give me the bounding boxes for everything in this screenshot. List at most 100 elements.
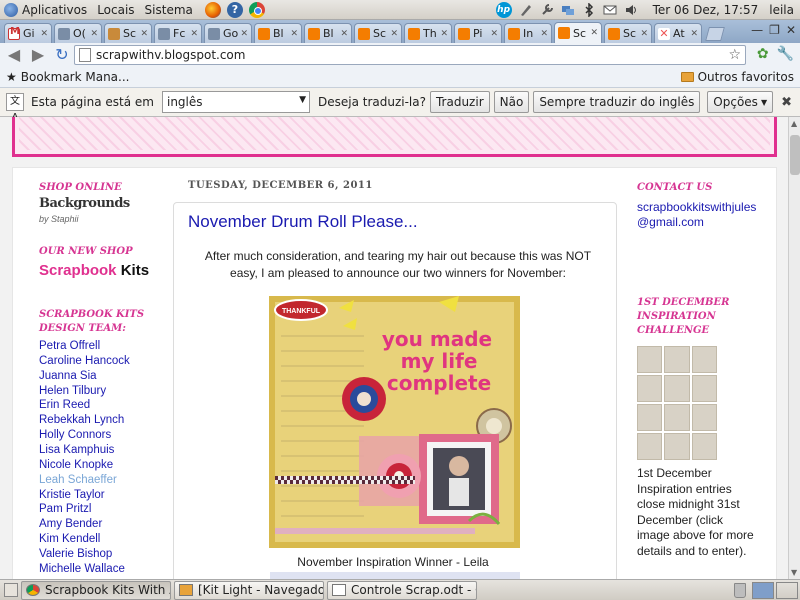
tab-close-icon[interactable]: ✕ xyxy=(538,29,548,39)
team-member-link[interactable]: Rebekkah Lynch xyxy=(39,414,124,426)
team-member-link[interactable]: Kim Kendell xyxy=(39,533,100,545)
tab-close-icon[interactable]: ✕ xyxy=(238,29,248,39)
pen-icon[interactable] xyxy=(519,3,533,17)
tab-close-icon[interactable]: ✕ xyxy=(138,29,148,39)
browser-tab[interactable]: Sc ✕ xyxy=(554,22,602,43)
menu-sistema[interactable]: Sistema xyxy=(145,3,193,17)
team-member-link[interactable]: Caroline Hancock xyxy=(39,355,130,367)
extension-icon[interactable]: ✿ xyxy=(757,46,769,62)
no-button[interactable]: Não xyxy=(493,91,530,113)
team-member-link[interactable]: Helen Tilbury xyxy=(39,385,106,397)
bookmark-manager[interactable]: ★ Bookmark Mana... xyxy=(6,70,129,84)
ubuntu-icon[interactable] xyxy=(4,2,18,17)
browser-tab[interactable]: Th ✕ xyxy=(404,23,452,43)
post-title[interactable]: November Drum Roll Please... xyxy=(188,212,418,232)
show-desktop-icon[interactable] xyxy=(4,583,18,597)
team-member-link[interactable]: Michelle Wallace xyxy=(39,563,125,575)
browser-tab[interactable]: Gi✕ xyxy=(4,23,52,43)
scroll-thumb[interactable] xyxy=(790,135,800,175)
tab-close-icon[interactable]: ✕ xyxy=(88,29,98,39)
close-icon[interactable]: ✕ xyxy=(786,23,796,37)
tab-close-icon[interactable]: ✕ xyxy=(388,29,398,39)
workspace-1[interactable] xyxy=(752,581,774,599)
tab-close-icon[interactable]: ✕ xyxy=(488,29,498,39)
team-member-link[interactable]: Juanna Sia xyxy=(39,370,97,382)
taskbar-window-button[interactable]: Controle Scrap.odt - O... xyxy=(327,580,477,600)
trash-icon[interactable] xyxy=(734,582,746,598)
team-member-link[interactable]: Nicole Knopke xyxy=(39,459,113,471)
browser-tab[interactable]: Go ✕ xyxy=(204,23,252,43)
language-select[interactable]: inglês ▼ xyxy=(161,91,310,113)
browser-tab[interactable]: Sc ✕ xyxy=(604,23,652,43)
options-button[interactable]: Opções ▼ xyxy=(707,91,774,113)
browser-tab[interactable]: ✕ At ✕ xyxy=(654,23,702,43)
scroll-down-icon[interactable]: ▼ xyxy=(791,568,797,577)
team-member-link[interactable]: Amy Bender xyxy=(39,518,102,530)
star-icon[interactable]: ☆ xyxy=(728,47,741,63)
browser-tab[interactable]: Fc ✕ xyxy=(154,23,202,43)
firefox-icon[interactable] xyxy=(204,1,221,18)
menu-locais[interactable]: Locais xyxy=(97,3,134,17)
tab-close-icon[interactable]: ✕ xyxy=(638,29,648,39)
browser-tab[interactable]: Pi ✕ xyxy=(454,23,502,43)
team-member-link[interactable]: Lisa Kamphuis xyxy=(39,444,114,456)
translate-button[interactable]: Traduzir xyxy=(429,91,490,113)
scrapbook-kits-logo[interactable]: Scrapbook Kits xyxy=(39,262,149,279)
forward-icon[interactable]: ▶ xyxy=(28,45,48,65)
back-icon[interactable]: ◀ xyxy=(4,45,24,65)
bluetooth-icon[interactable] xyxy=(582,1,596,18)
network-icon[interactable] xyxy=(561,3,575,17)
maximize-icon[interactable]: ❐ xyxy=(769,23,780,37)
close-translate-icon[interactable]: ✖ xyxy=(781,95,792,110)
tab-close-icon[interactable]: ✕ xyxy=(338,29,348,39)
wrench-icon[interactable]: 🔧 xyxy=(777,46,794,62)
always-translate-button[interactable]: Sempre traduzir do inglês xyxy=(533,91,701,113)
chrome-icon[interactable] xyxy=(248,1,265,18)
workspace-2[interactable] xyxy=(776,581,798,599)
other-bookmarks[interactable]: Outros favoritos xyxy=(680,70,794,84)
team-member-link[interactable]: Leah Schaeffer xyxy=(39,474,117,486)
taskbar-window-button[interactable]: Scrapbook Kits With A ... xyxy=(21,580,171,600)
address-bar[interactable]: scrapwithv.blogspot.com ☆ xyxy=(74,45,746,65)
tab-close-icon[interactable]: ✕ xyxy=(188,29,198,39)
backgrounds-logo[interactable]: Backgrounds by Staphii xyxy=(39,196,130,226)
tool-icon[interactable] xyxy=(540,3,554,17)
help-icon[interactable]: ? xyxy=(226,1,243,18)
taskbar-window-button[interactable]: [Kit Light - Navegador ... xyxy=(174,580,324,600)
browser-tab[interactable]: Sc ✕ xyxy=(354,23,402,43)
team-member-link[interactable]: Petra Offrell xyxy=(39,340,100,352)
minimize-icon[interactable]: — xyxy=(751,23,763,37)
mail-icon[interactable] xyxy=(603,3,617,17)
team-member-link[interactable]: Holly Connors xyxy=(39,429,111,441)
new-tab-button[interactable] xyxy=(705,27,725,41)
tab-close-icon[interactable]: ✕ xyxy=(438,29,448,39)
clock[interactable]: Ter 06 Dez, 17:57 xyxy=(653,3,759,17)
team-member-link[interactable]: Erin Reed xyxy=(39,399,90,411)
menu-aplicativos[interactable]: Aplicativos xyxy=(22,3,87,17)
bookmarks-bar: ★ Bookmark Mana... Outros favoritos xyxy=(0,67,800,88)
team-member-link[interactable]: Pam Pritzl xyxy=(39,503,91,515)
tab-close-icon[interactable]: ✕ xyxy=(688,29,698,39)
user-menu[interactable]: leila xyxy=(769,3,794,17)
challenge-image[interactable] xyxy=(637,346,717,460)
team-member-link[interactable]: Kristie Taylor xyxy=(39,489,105,501)
blogger-icon xyxy=(458,27,470,40)
browser-tab[interactable]: In ✕ xyxy=(504,23,552,43)
tab-close-icon[interactable]: ✕ xyxy=(38,29,48,39)
volume-icon[interactable] xyxy=(624,3,638,17)
contact-email-link[interactable]: scrapbookkitswithjules @gmail.com xyxy=(637,200,767,230)
browser-tab[interactable]: O(✕ xyxy=(54,23,102,43)
top-panel: Aplicativos Locais Sistema ? hp Ter 06 D… xyxy=(0,0,800,20)
hp-icon[interactable]: hp xyxy=(495,1,512,18)
browser-tab[interactable]: Sc ✕ xyxy=(104,23,152,43)
reload-icon[interactable]: ↻ xyxy=(52,45,72,65)
scroll-up-icon[interactable]: ▲ xyxy=(791,119,797,128)
tab-close-icon[interactable]: ✕ xyxy=(288,29,298,39)
team-member-link[interactable]: Valerie Bishop xyxy=(39,548,112,560)
vertical-scrollbar[interactable]: ▲ ▼ xyxy=(788,117,800,579)
browser-tab[interactable]: Bl ✕ xyxy=(254,23,302,43)
post-image[interactable]: THANKFUL you made my life complete xyxy=(269,296,520,548)
tab-close-icon[interactable]: ✕ xyxy=(588,28,598,38)
thankful-text: THANKFUL xyxy=(282,308,321,315)
browser-tab[interactable]: Bl ✕ xyxy=(304,23,352,43)
